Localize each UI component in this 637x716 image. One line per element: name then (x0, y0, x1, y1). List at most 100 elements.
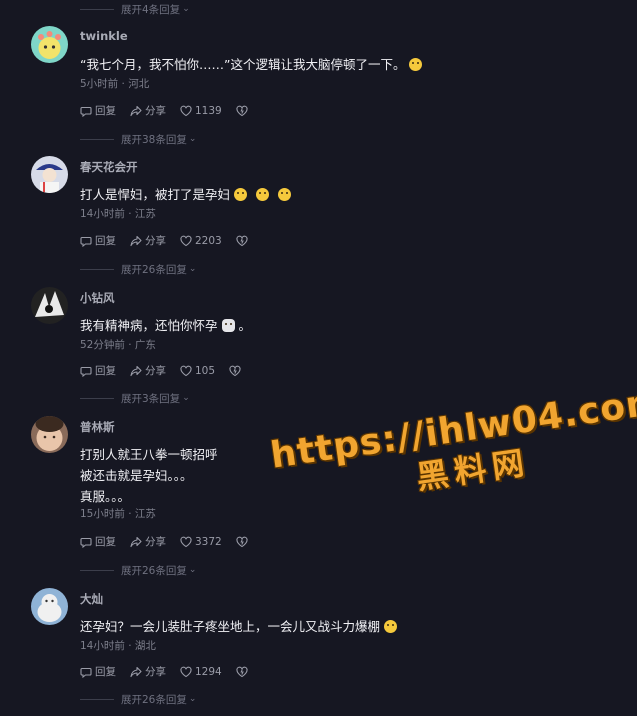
dislike-button[interactable] (236, 105, 251, 117)
like-icon (180, 235, 192, 246)
reply-label: 回复 (95, 235, 116, 247)
username[interactable]: 春天花会开 (80, 159, 138, 175)
avatar-image (31, 588, 68, 625)
share-icon (130, 105, 142, 116)
username[interactable]: 小钻风 (80, 290, 115, 306)
reply-label: 回复 (95, 536, 116, 548)
comment-feed: 展开4条回复 ⌄ twinkle “我七个月，我不怕你……”这个逻辑让我大脑停顿… (0, 0, 637, 716)
divider (80, 8, 114, 10)
avatar-image (31, 26, 68, 63)
expand-replies-label: 展开4条回复 (121, 3, 181, 16)
comment-text: 打人是悍妇，被打了是孕妇 (80, 184, 292, 203)
comment-actions: 回复 分享 1139 (80, 103, 265, 118)
dislike-button[interactable] (236, 536, 251, 548)
like-button[interactable]: 2203 (180, 235, 222, 247)
emoji-icon (409, 58, 423, 71)
expand-replies-button[interactable]: 展开26条回复 ⌄ (80, 262, 196, 276)
reply-label: 回复 (95, 365, 116, 377)
divider (80, 569, 114, 571)
avatar[interactable] (31, 287, 68, 324)
expand-replies-label: 展开26条回复 (121, 693, 187, 706)
expand-replies-button[interactable]: 展开38条回复 ⌄ (80, 132, 196, 146)
watermark-url: https://ihlw04.com (268, 380, 637, 477)
username[interactable]: 大灿 (80, 591, 103, 607)
comment-actions: 回复 分享 1294 (80, 664, 265, 679)
comment-actions: 回复 分享 3372 (80, 534, 265, 549)
dislike-icon (236, 666, 248, 677)
reply-label: 回复 (95, 105, 116, 117)
expand-replies-button[interactable]: 展开26条回复 ⌄ (80, 563, 196, 577)
reply-icon (80, 236, 92, 247)
like-button[interactable]: 1294 (180, 666, 222, 678)
share-icon (130, 365, 142, 376)
comment-meta: 14小时前 · 湖北 (80, 640, 156, 652)
comment-meta: 52分钟前 · 广东 (80, 339, 156, 351)
reply-label: 回复 (95, 666, 116, 678)
like-icon (180, 666, 192, 677)
like-icon (180, 536, 192, 547)
avatar[interactable] (31, 156, 68, 193)
dislike-button[interactable] (236, 666, 251, 678)
share-label: 分享 (145, 235, 166, 247)
avatar[interactable] (31, 26, 68, 63)
dislike-icon (236, 536, 248, 547)
username[interactable]: 普林斯 (80, 419, 115, 435)
like-button[interactable]: 3372 (180, 536, 222, 548)
like-button[interactable]: 105 (180, 365, 215, 377)
share-button[interactable]: 分享 (130, 664, 166, 679)
share-icon (130, 235, 142, 246)
share-button[interactable]: 分享 (130, 363, 166, 378)
comment-text-line: 被还击就是孕妇。。。 (80, 468, 193, 483)
avatar-image (31, 156, 68, 193)
watermark: https://ihlw04.com 黑料网 (268, 381, 637, 518)
dislike-button[interactable] (229, 365, 244, 377)
avatar[interactable] (31, 416, 68, 453)
dislike-icon (229, 365, 241, 376)
like-button[interactable]: 1139 (180, 105, 222, 117)
share-button[interactable]: 分享 (130, 103, 166, 118)
expand-replies-label: 展开26条回复 (121, 564, 187, 577)
avatar[interactable] (31, 588, 68, 625)
reply-button[interactable]: 回复 (80, 363, 116, 378)
chevron-down-icon: ⌄ (188, 134, 197, 144)
comment-meta: 14小时前 · 江苏 (80, 208, 156, 220)
expand-replies-button[interactable]: 展开3条回复 ⌄ (80, 391, 190, 405)
comment-meta: 15小时前 · 江苏 (80, 508, 156, 520)
dislike-icon (236, 235, 248, 246)
chevron-down-icon: ⌄ (182, 4, 190, 14)
comment-text-line: 打别人就王八拳一顿招呼 (80, 447, 218, 462)
chevron-down-icon: ⌄ (188, 264, 197, 274)
avatar-image (31, 416, 68, 453)
divider (80, 138, 114, 140)
chevron-down-icon: ⌄ (188, 694, 197, 704)
comment-text-line: 我有精神病，还怕你怀孕 (80, 318, 218, 333)
share-label: 分享 (145, 666, 166, 678)
dislike-button[interactable] (236, 235, 251, 247)
comment-text-line: 还孕妇？一会儿装肚子疼坐地上，一会儿又战斗力爆棚 (80, 619, 381, 634)
reply-button[interactable]: 回复 (80, 233, 116, 248)
share-label: 分享 (145, 365, 166, 377)
comment-text-line: “我七个月，我不怕你……”这个逻辑让我大脑停顿了一下。 (80, 57, 406, 72)
chevron-down-icon: ⌄ (182, 393, 190, 403)
share-icon (130, 666, 142, 677)
share-icon (130, 536, 142, 547)
share-button[interactable]: 分享 (130, 233, 166, 248)
watermark-name: 黑料网 (414, 443, 533, 497)
expand-replies-button[interactable]: 展开4条回复 ⌄ (80, 2, 190, 16)
expand-replies-button[interactable]: 展开26条回复 ⌄ (80, 692, 196, 706)
share-button[interactable]: 分享 (130, 534, 166, 549)
comment-actions: 回复 分享 2203 (80, 233, 265, 248)
like-count: 1294 (195, 665, 222, 678)
like-count: 1139 (195, 104, 222, 117)
reply-icon (80, 537, 92, 548)
reply-button[interactable]: 回复 (80, 664, 116, 679)
divider (80, 397, 114, 399)
like-icon (180, 365, 192, 376)
divider (80, 268, 114, 270)
reply-button[interactable]: 回复 (80, 534, 116, 549)
emoji-icon (256, 188, 270, 201)
comment-text: 我有精神病，还怕你怀孕 。 (80, 315, 251, 334)
username[interactable]: twinkle (80, 29, 128, 43)
reply-button[interactable]: 回复 (80, 103, 116, 118)
dog-emoji-icon (221, 319, 235, 332)
